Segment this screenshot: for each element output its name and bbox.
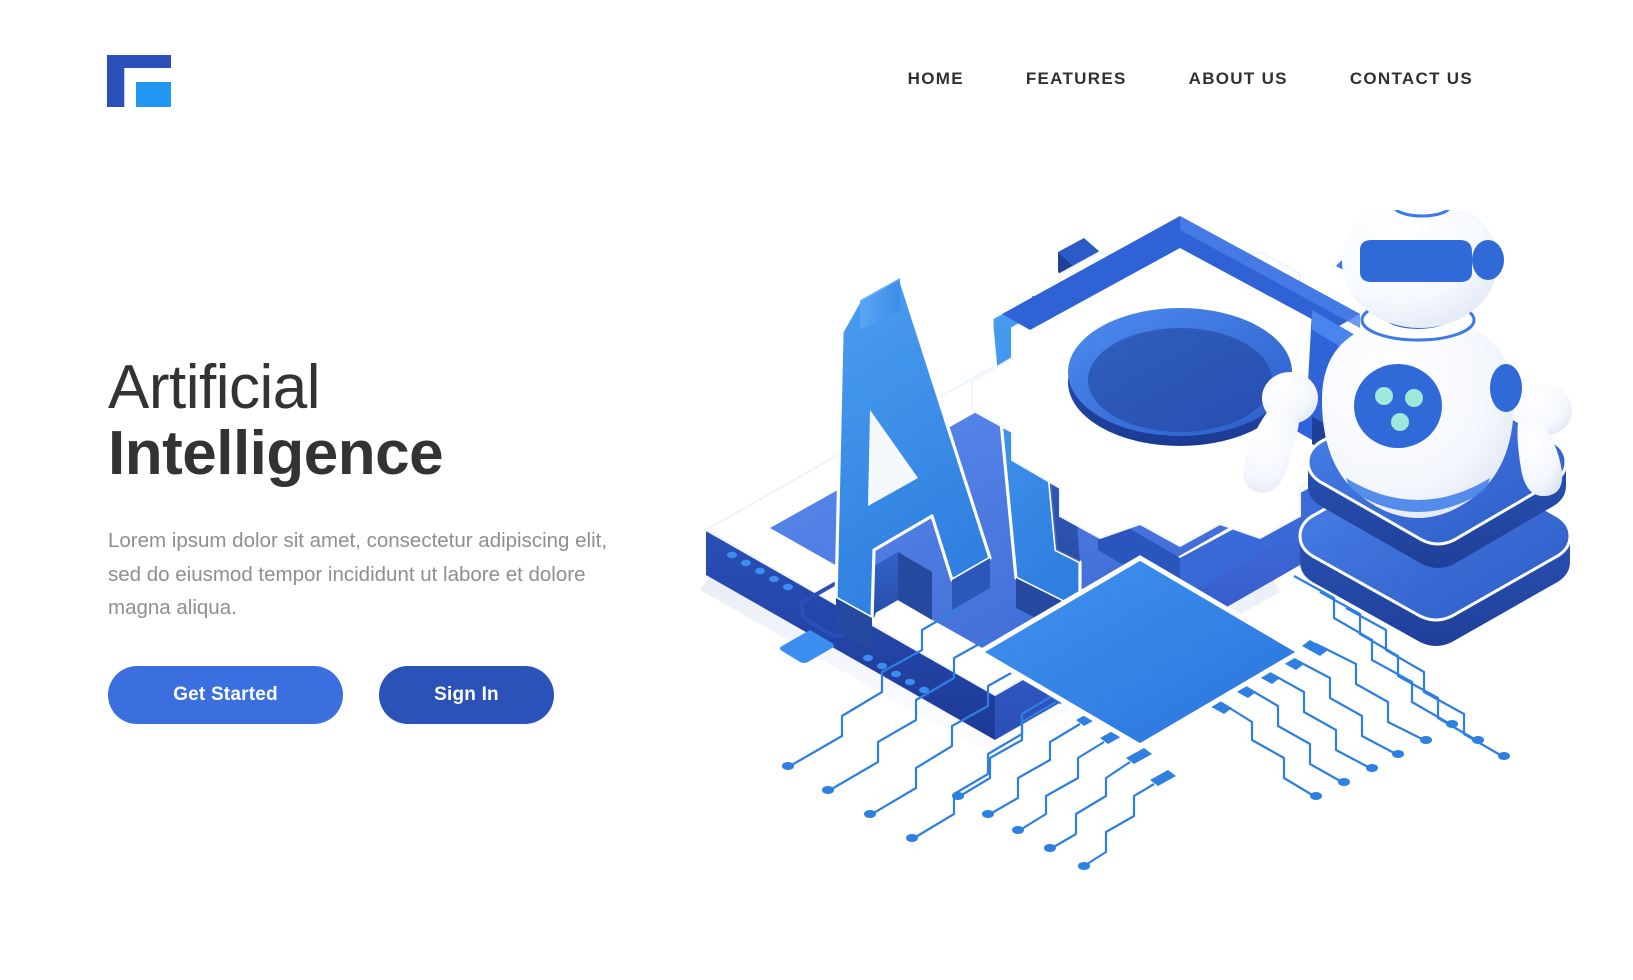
logo-f-mark-icon xyxy=(107,55,171,107)
brand-logo[interactable] xyxy=(107,55,171,107)
logo-inner-square xyxy=(136,82,171,107)
site-header: HOME FEATURES ABOUT US CONTACT US xyxy=(0,0,1633,150)
robot-visor xyxy=(1360,240,1472,282)
nav-item-contact-us[interactable]: CONTACT US xyxy=(1350,63,1473,95)
landing-page: HOME FEATURES ABOUT US CONTACT US Artifi… xyxy=(0,0,1633,980)
nav-item-about-us[interactable]: ABOUT US xyxy=(1189,63,1288,95)
get-started-button[interactable]: Get Started xyxy=(108,666,343,725)
hero-illustration xyxy=(660,210,1620,910)
headline-line-2: Intelligence xyxy=(108,418,444,488)
hero-content: Artificial Intelligence Lorem ipsum dolo… xyxy=(108,355,708,725)
robot-chest-panel xyxy=(1354,364,1442,448)
sign-in-button[interactable]: Sign In xyxy=(379,666,554,725)
headline-line-1: Artificial xyxy=(108,353,321,422)
nav-item-features[interactable]: FEATURES xyxy=(1026,63,1127,95)
cta-button-row: Get Started Sign In xyxy=(108,666,708,725)
hero-paragraph: Lorem ipsum dolor sit amet, consectetur … xyxy=(108,529,608,619)
page-title: Artificial Intelligence xyxy=(108,355,708,486)
nav-item-home[interactable]: HOME xyxy=(908,63,964,95)
main-navigation: HOME FEATURES ABOUT US CONTACT US xyxy=(908,63,1473,95)
robot-ear xyxy=(1472,240,1504,280)
robot-side-port xyxy=(1490,364,1522,412)
